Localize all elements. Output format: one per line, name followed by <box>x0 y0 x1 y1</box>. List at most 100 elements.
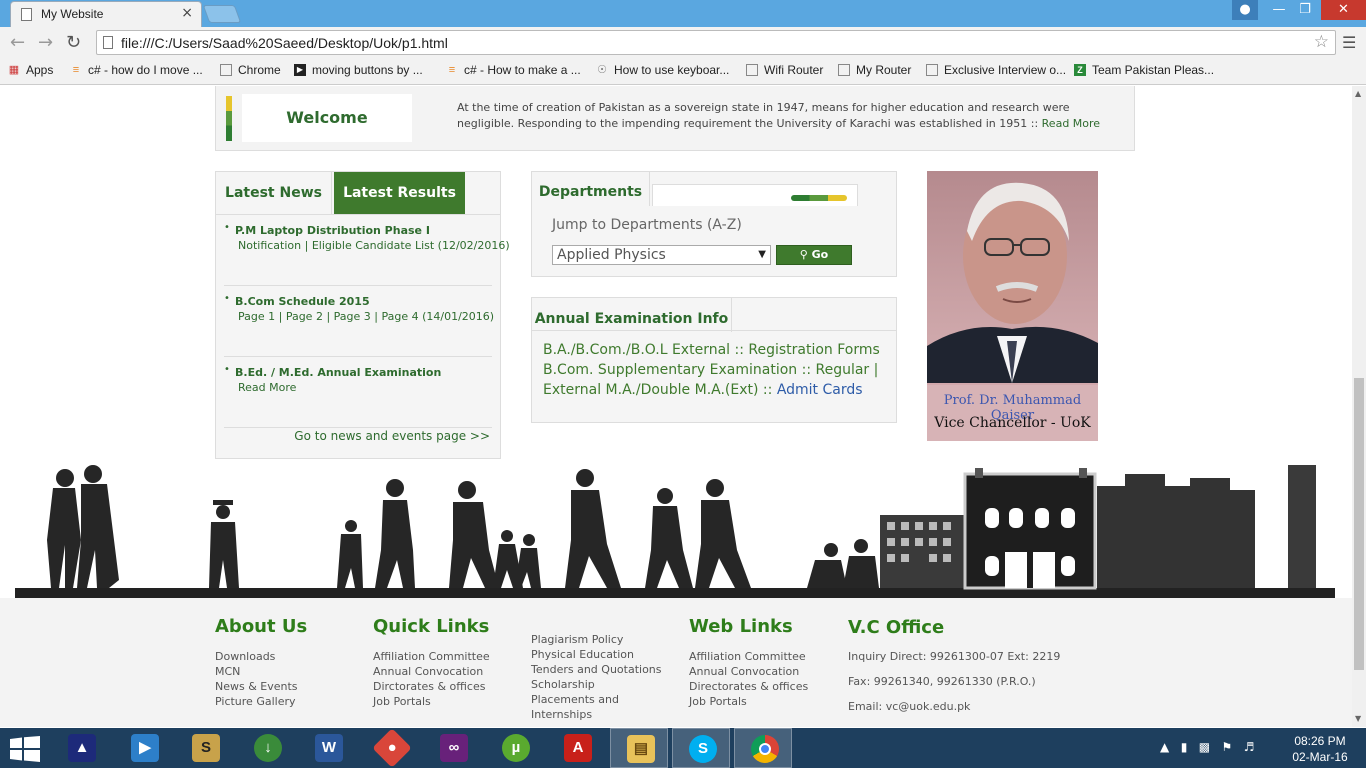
tab-annual-exam[interactable]: Annual Examination Info <box>532 298 732 332</box>
news-sub-links[interactable]: Page 1 | Page 2 | Page 3 | Page 4 (14/01… <box>238 310 494 323</box>
page-scrollbar[interactable]: ▲ ▼ <box>1352 86 1366 727</box>
taskbar-app[interactable]: ● <box>362 728 420 768</box>
bookmark-item[interactable]: Wifi Router <box>746 63 823 77</box>
news-read-more-link[interactable]: Read More <box>238 381 296 394</box>
taskbar-app[interactable]: µ <box>486 728 544 768</box>
go-button[interactable]: ⚲ Go <box>776 245 852 265</box>
browser-tab[interactable]: My Website × <box>10 1 202 27</box>
footer-vc-title: V.C Office <box>848 617 945 638</box>
footer-link[interactable]: Physical Education <box>531 648 634 661</box>
battery-icon[interactable]: ▩ <box>1199 740 1210 754</box>
taskbar-app[interactable]: ↓ <box>238 728 296 768</box>
bookmark-item[interactable]: Exclusive Interview o... <box>926 63 1066 77</box>
url-text[interactable]: file:///C:/Users/Saad%20Saeed/Desktop/Uo… <box>121 35 448 51</box>
admit-cards-link[interactable]: Admit Cards <box>777 382 863 398</box>
footer-link[interactable]: Affiliation Committee <box>373 650 490 663</box>
forward-arrow-icon[interactable]: → <box>38 32 53 53</box>
footer-link[interactable]: Plagiarism Policy <box>531 633 623 646</box>
taskbar-app[interactable]: ▲ <box>52 728 110 768</box>
flag-icon[interactable]: ⚑ <box>1222 740 1233 754</box>
footer-link[interactable]: Picture Gallery <box>215 695 296 708</box>
volume-icon[interactable]: ♬ <box>1244 740 1255 754</box>
bookmark-star-icon[interactable]: ☆ <box>1314 32 1329 52</box>
scroll-up-icon[interactable]: ▲ <box>1355 89 1361 98</box>
windows-start-icon[interactable] <box>10 736 40 762</box>
footer-link[interactable]: Affiliation Committee <box>689 650 806 663</box>
welcome-text: At the time of creation of Pakistan as a… <box>457 100 1127 132</box>
taskbar-app[interactable]: ▤ <box>610 728 668 768</box>
scroll-down-icon[interactable]: ▼ <box>1355 714 1361 723</box>
page-icon <box>746 64 758 76</box>
welcome-read-more-link[interactable]: Read More <box>1042 117 1100 130</box>
page-icon <box>103 36 113 49</box>
signal-icon[interactable]: ▮ <box>1181 740 1188 754</box>
taskbar-app[interactable]: S <box>176 728 234 768</box>
reload-icon[interactable]: ↻ <box>66 32 81 53</box>
bookmark-item[interactable]: Z Team Pakistan Pleas... <box>1074 63 1214 77</box>
news-events-link[interactable]: Go to news and events page >> <box>294 429 490 443</box>
exam-link[interactable]: External M.A./Double M.A.(Ext) :: <box>543 382 777 398</box>
department-select[interactable]: Applied Physics ▼ <box>552 245 771 265</box>
bookmark-item[interactable]: My Router <box>838 63 911 77</box>
taskbar-clock[interactable]: 08:26 PM 02-Mar-16 <box>1285 733 1355 765</box>
new-tab-button[interactable] <box>202 5 242 23</box>
news-title-link[interactable]: P.M Laptop Distribution Phase I <box>235 224 430 237</box>
welcome-bar: Welcome At the time of creation of Pakis… <box>215 86 1135 151</box>
bookmark-item[interactable]: ≡ c# - How to make a ... <box>446 63 581 77</box>
footer-link[interactable]: MCN <box>215 665 240 678</box>
taskbar-app[interactable]: S <box>672 728 730 768</box>
bookmark-apps[interactable]: ▦ Apps <box>8 63 54 77</box>
news-sub-links[interactable]: Notification | Eligible Candidate List (… <box>238 239 510 252</box>
departments-label: Jump to Departments (A-Z) <box>552 217 742 233</box>
minimize-button[interactable]: — <box>1266 0 1292 20</box>
tab-departments[interactable]: Departments <box>532 172 650 206</box>
exam-link[interactable]: B.A./B.Com./B.O.L External :: Registrati… <box>543 342 880 358</box>
bookmark-item[interactable]: ▶ moving buttons by ... <box>294 63 423 77</box>
footer-link[interactable]: News & Events <box>215 680 298 693</box>
footer-link[interactable]: Internships <box>531 708 592 721</box>
taskbar-app[interactable]: ∞ <box>424 728 482 768</box>
bookmark-item[interactable]: Chrome <box>220 63 281 77</box>
exam-link[interactable]: B.Com. Supplementary Examination :: Regu… <box>543 362 878 378</box>
z-icon: Z <box>1074 64 1086 76</box>
footer-link[interactable]: Annual Convocation <box>373 665 483 678</box>
footer-link[interactable]: Annual Convocation <box>689 665 799 678</box>
address-bar[interactable]: file:///C:/Users/Saad%20Saeed/Desktop/Uo… <box>96 30 1336 55</box>
tab-latest-news[interactable]: Latest News <box>216 172 332 214</box>
maximize-button[interactable]: ❐ <box>1292 0 1318 20</box>
clock-time: 08:26 PM <box>1294 734 1346 748</box>
close-window-button[interactable]: ✕ <box>1321 0 1366 20</box>
stackoverflow-icon: ≡ <box>72 64 80 76</box>
tab-latest-results[interactable]: Latest Results <box>334 172 465 214</box>
footer-link[interactable]: Tenders and Quotations <box>531 663 662 676</box>
bookmark-item[interactable]: ☉ How to use keyboar... <box>596 63 729 77</box>
footer-link[interactable]: Job Portals <box>689 695 747 708</box>
media-player-icon: ▶ <box>131 734 159 762</box>
taskbar-app[interactable]: A <box>548 728 606 768</box>
news-title-link[interactable]: B.Ed. / M.Ed. Annual Examination <box>235 366 441 379</box>
bookmark-label: c# - how do I move ... <box>88 63 203 77</box>
vc-email[interactable]: Email: vc@uok.edu.pk <box>848 700 970 713</box>
footer-link[interactable]: Scholarship <box>531 678 595 691</box>
footer-link[interactable]: Placements and <box>531 693 619 706</box>
vc-portrait-image <box>927 171 1098 383</box>
footer-link[interactable]: Directorates & offices <box>689 680 808 693</box>
user-icon[interactable]: ● <box>1232 0 1258 20</box>
bookmark-label: moving buttons by ... <box>312 63 423 77</box>
bookmark-item[interactable]: ≡ c# - how do I move ... <box>70 63 203 77</box>
footer-link[interactable]: Dirctorates & offices <box>373 680 485 693</box>
scroll-thumb[interactable] <box>1354 378 1364 670</box>
footer-link[interactable]: Downloads <box>215 650 275 663</box>
tray-expand-icon[interactable]: ▲ <box>1160 740 1169 754</box>
menu-icon[interactable]: ☰ <box>1342 33 1356 52</box>
taskbar-app[interactable]: ▶ <box>115 728 173 768</box>
news-title-link[interactable]: B.Com Schedule 2015 <box>235 295 370 308</box>
back-arrow-icon[interactable]: ← <box>10 32 25 53</box>
taskbar-app[interactable]: W <box>299 728 357 768</box>
close-tab-icon[interactable]: × <box>181 5 193 21</box>
taskbar-app[interactable] <box>734 728 792 768</box>
footer-link[interactable]: Job Portals <box>373 695 431 708</box>
bookmark-label: Wifi Router <box>764 63 824 77</box>
download-manager-icon: ↓ <box>254 734 282 762</box>
wiki-icon: ☉ <box>597 64 607 76</box>
